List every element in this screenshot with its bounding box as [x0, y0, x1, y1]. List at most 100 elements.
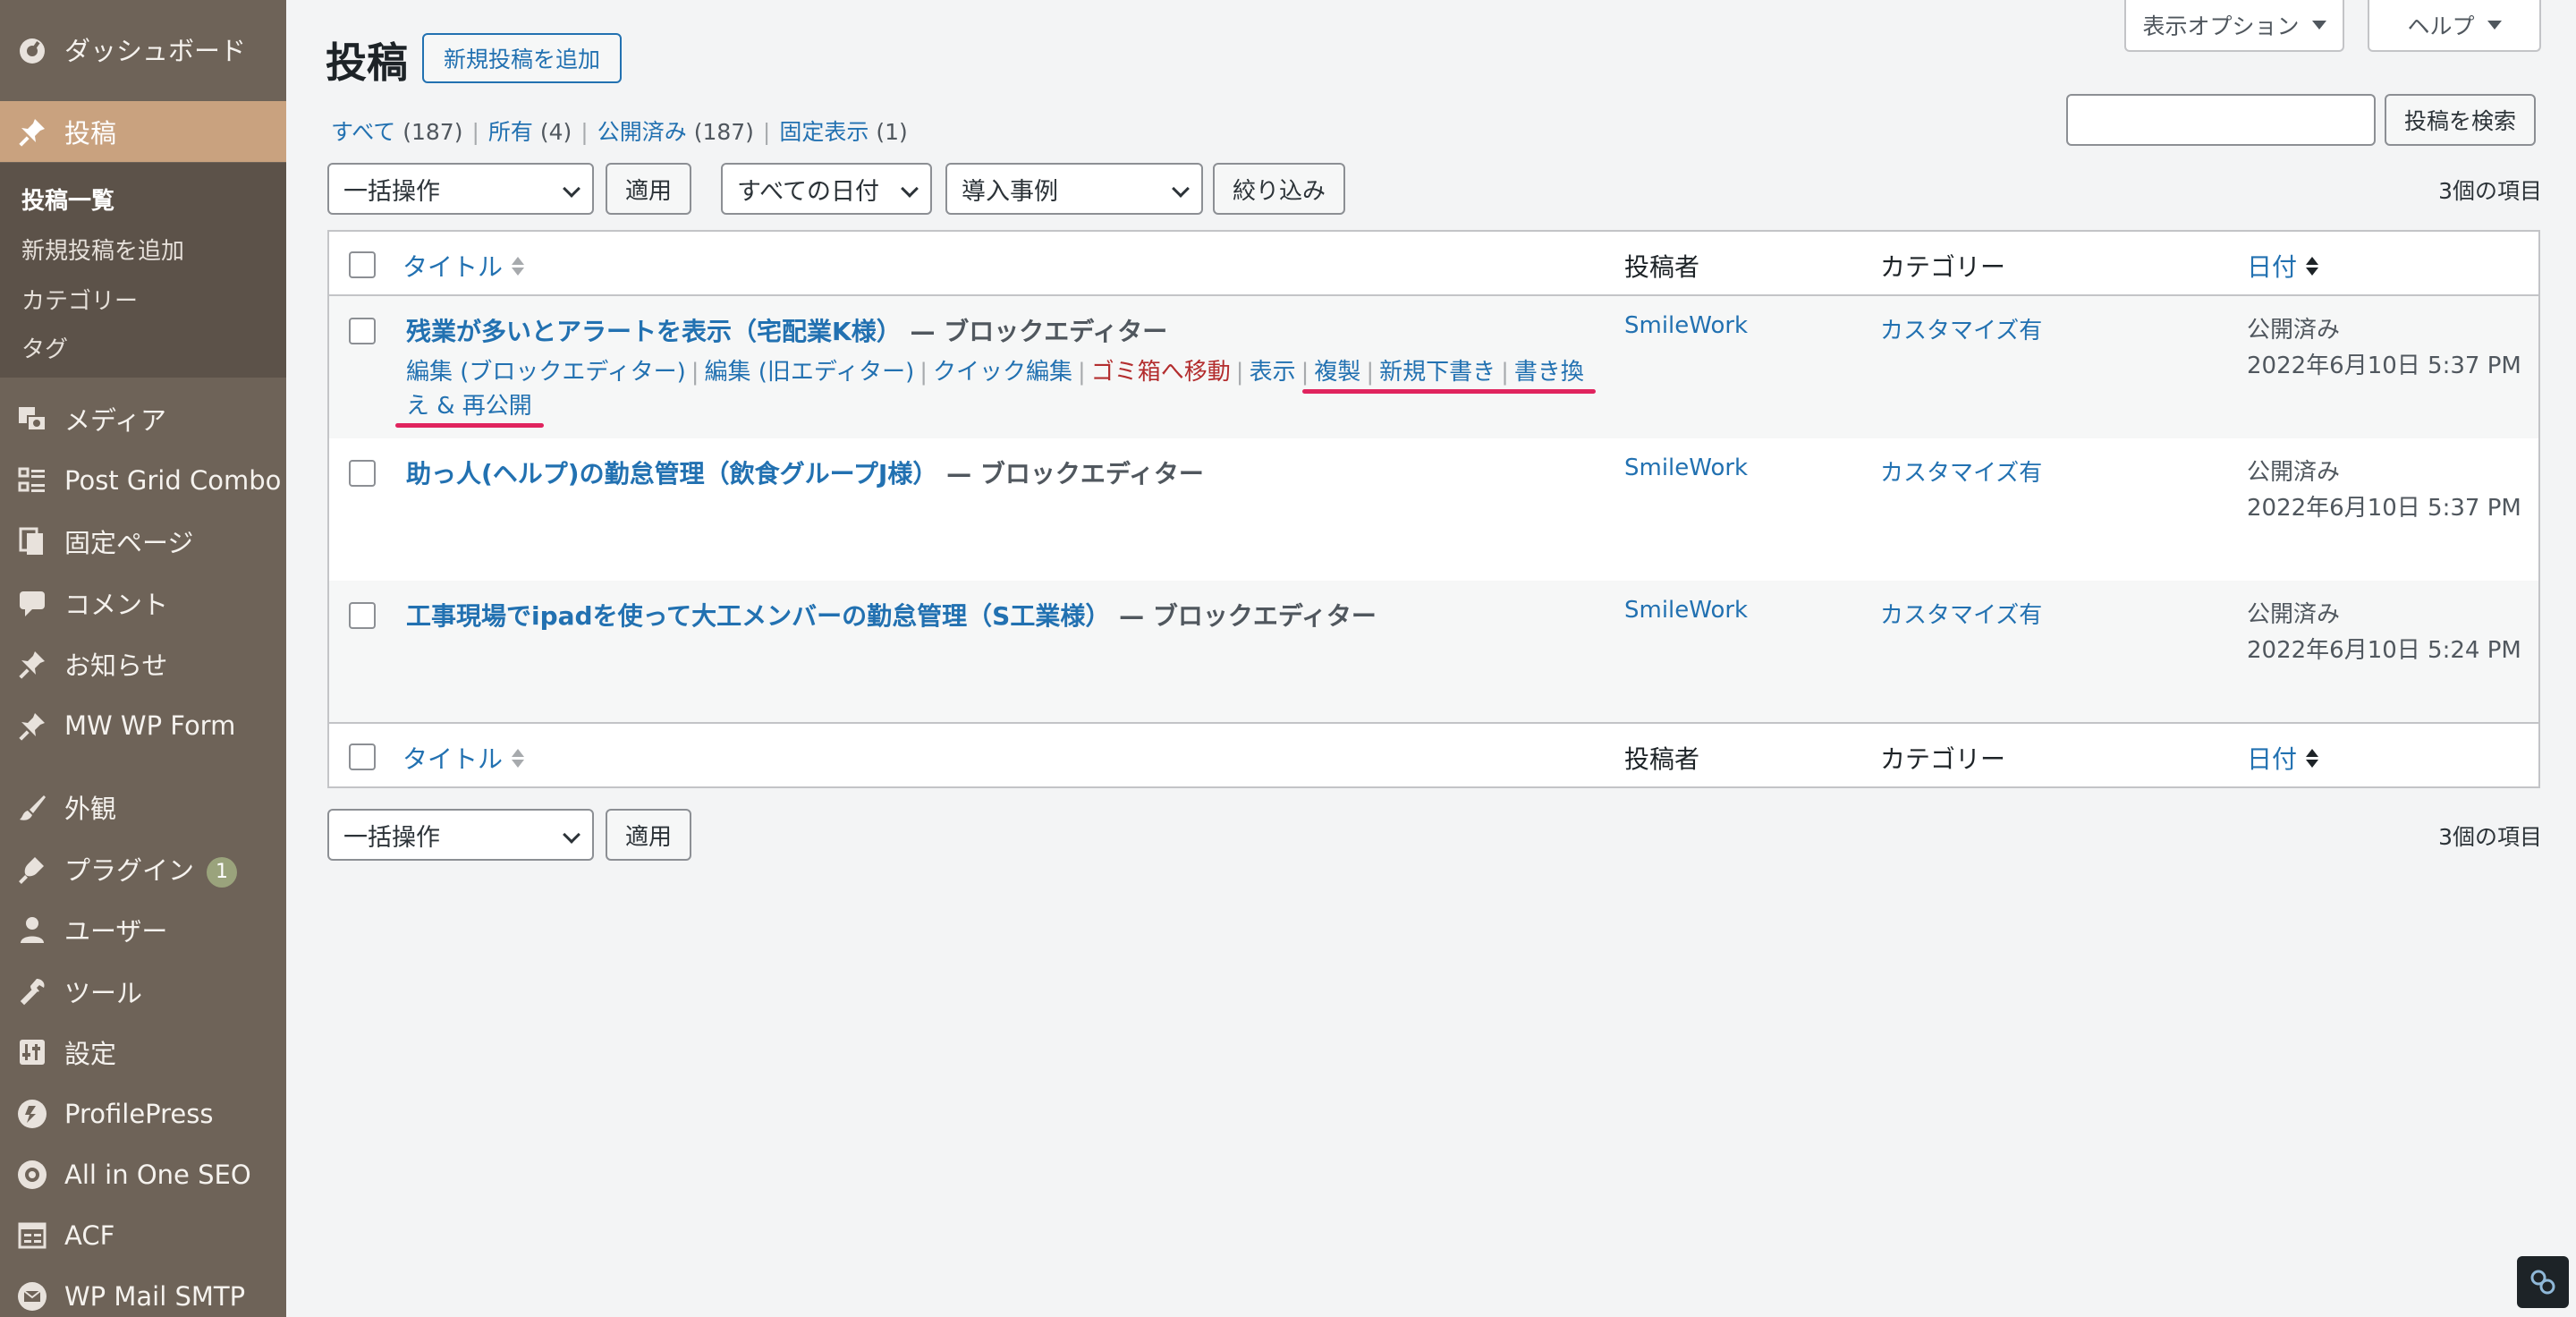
sidebar-item-posts[interactable]: 投稿 — [0, 101, 286, 162]
sidebar-item-acf[interactable]: ACF — [0, 1208, 286, 1263]
items-count-bottom: 3個の項目 — [2438, 824, 2542, 850]
post-author-link[interactable]: SmileWork — [1624, 455, 1748, 481]
sort-icon — [2306, 748, 2319, 768]
pin-icon — [16, 648, 48, 680]
sidebar-item-dashboard[interactable]: ダッシュボード — [0, 21, 286, 77]
column-label: タイトル — [402, 744, 504, 774]
edit-classic-link[interactable]: 編集 (旧エディター) — [705, 359, 915, 386]
post-state: — ブロックエディター — [901, 317, 1168, 346]
sidebar-item-settings[interactable]: 設定 — [0, 1024, 286, 1080]
post-category-link[interactable]: カスタマイズ有 — [1880, 597, 2042, 630]
settings-icon — [16, 1036, 48, 1068]
sidebar-item-comments[interactable]: コメント — [0, 575, 286, 631]
chevron-down-icon — [1172, 180, 1190, 198]
select-value: すべての日付 — [737, 177, 880, 206]
new-draft-link[interactable]: 新規下書き — [1379, 359, 1496, 386]
post-title-link[interactable]: 工事現場でipadを使って大工メンバーの勤怠管理（S工業様） — ブロックエディ… — [406, 597, 1377, 633]
post-state: — ブロックエディター — [1110, 601, 1377, 631]
view-link[interactable]: 表示 — [1250, 359, 1296, 386]
profilepress-icon — [16, 1098, 48, 1130]
submenu-all-posts[interactable]: 投稿一覧 — [21, 183, 114, 216]
status-filter-links: すべて (187) | 所有 (4) | 公開済み (187) | 固定表示 (1) — [331, 119, 908, 145]
chevron-down-icon — [2311, 21, 2326, 30]
sidebar-item-plugins[interactable]: プラグイン 1 — [0, 841, 286, 896]
post-title-link[interactable]: 助っ人(ヘルプ)の勤怠管理（飲食グループJ様） — ブロックエディター — [406, 455, 1204, 490]
row-checkbox[interactable] — [349, 460, 376, 487]
brush-icon — [16, 791, 48, 823]
grid-icon — [16, 464, 48, 497]
category-filter-select[interactable]: 導入事例 — [945, 163, 1203, 215]
date-filter-select[interactable]: すべての日付 — [721, 163, 932, 215]
plugins-label: プラグイン — [64, 855, 195, 886]
column-title-sort[interactable]: タイトル — [402, 740, 525, 776]
apply-button[interactable]: 適用 — [606, 163, 692, 215]
sidebar-item-label: 投稿 — [64, 118, 117, 149]
column-date-sort[interactable]: 日付 — [2247, 248, 2319, 284]
sidebar-item-mw-wp-form[interactable]: MW WP Form — [0, 698, 286, 753]
sort-icon — [512, 256, 525, 276]
admin-sidebar: ダッシュボード 投稿 投稿一覧 新規投稿を追加 カテゴリー タグ メディア Po… — [0, 0, 286, 1317]
post-title: 助っ人(ヘルプ)の勤怠管理（飲食グループJ様） — [406, 459, 938, 489]
filter-button[interactable]: 絞り込み — [1213, 163, 1346, 215]
sidebar-item-label: ProfilePress — [64, 1099, 214, 1129]
add-new-post-button[interactable]: 新規投稿を追加 — [422, 33, 623, 83]
quick-edit-link[interactable]: クイック編集 — [933, 359, 1072, 386]
column-date-sort[interactable]: 日付 — [2247, 740, 2319, 776]
column-category: カテゴリー — [1880, 252, 2006, 282]
submenu-add-new[interactable]: 新規投稿を追加 — [21, 233, 184, 266]
row-checkbox[interactable] — [349, 318, 376, 344]
submenu-tags[interactable]: タグ — [21, 331, 68, 364]
sidebar-item-news[interactable]: お知らせ — [0, 636, 286, 692]
post-status: 公開済み — [2247, 317, 2341, 344]
apply-button-bottom[interactable]: 適用 — [606, 809, 692, 861]
user-icon — [16, 913, 48, 946]
post-author-link[interactable]: SmileWork — [1624, 597, 1748, 624]
post-status: 公開済み — [2247, 459, 2341, 486]
table-footer: タイトル 投稿者 カテゴリー 日付 — [329, 722, 2538, 786]
post-datetime: 2022年6月10日 5:24 PM — [2247, 637, 2521, 664]
sidebar-item-profilepress[interactable]: ProfilePress — [0, 1086, 286, 1142]
link-icon[interactable] — [2517, 1256, 2569, 1308]
search-input[interactable] — [2066, 94, 2376, 146]
column-label: タイトル — [402, 252, 504, 282]
table-row: 助っ人(ヘルプ)の勤怠管理（飲食グループJ様） — ブロックエディター Smil… — [329, 438, 2538, 581]
duplicate-link[interactable]: 複製 — [1314, 359, 1360, 386]
highlight-underline — [395, 423, 544, 428]
table-row: 残業が多いとアラートを表示（宅配業K様） — ブロックエディター 編集 (ブロッ… — [329, 296, 2538, 438]
update-count-badge: 1 — [207, 857, 238, 888]
sidebar-item-tools[interactable]: ツール — [0, 964, 286, 1019]
post-category-link[interactable]: カスタマイズ有 — [1880, 312, 2042, 345]
sidebar-item-pages[interactable]: 固定ページ — [0, 514, 286, 569]
column-title-sort[interactable]: タイトル — [402, 248, 525, 284]
filter-mine[interactable]: 所有 (4) — [488, 119, 572, 145]
sidebar-item-users[interactable]: ユーザー — [0, 902, 286, 957]
sidebar-item-wp-mail-smtp[interactable]: WP Mail SMTP — [0, 1269, 286, 1317]
screen-options-button[interactable]: 表示オプション — [2124, 0, 2344, 52]
edit-block-link[interactable]: 編集 (ブロックエディター) — [406, 359, 686, 386]
filter-all[interactable]: すべて (187) — [331, 119, 462, 145]
bulk-action-select-bottom[interactable]: 一括操作 — [327, 809, 594, 861]
post-category-link[interactable]: カスタマイズ有 — [1880, 455, 2042, 488]
comment-icon — [16, 587, 48, 619]
sidebar-item-media[interactable]: メディア — [0, 391, 286, 446]
submenu-categories[interactable]: カテゴリー — [21, 283, 138, 316]
filter-count: (187) — [693, 119, 754, 145]
select-all-checkbox[interactable] — [349, 251, 376, 278]
column-label: 日付 — [2247, 744, 2298, 774]
row-checkbox[interactable] — [349, 602, 376, 629]
select-all-checkbox[interactable] — [349, 743, 376, 770]
sidebar-item-post-grid-combo[interactable]: Post Grid Combo — [0, 453, 286, 508]
filter-label: 固定表示 — [779, 119, 869, 145]
filter-sticky[interactable]: 固定表示 (1) — [779, 119, 907, 145]
search-posts-button[interactable]: 投稿を検索 — [2385, 94, 2537, 146]
post-title-link[interactable]: 残業が多いとアラートを表示（宅配業K様） — ブロックエディター — [406, 312, 1167, 348]
post-author-link[interactable]: SmileWork — [1624, 312, 1748, 339]
help-button[interactable]: ヘルプ — [2368, 0, 2541, 52]
acf-icon — [16, 1219, 48, 1252]
trash-link[interactable]: ゴミ箱へ移動 — [1091, 359, 1231, 386]
sidebar-item-label: お知らせ — [64, 650, 168, 681]
sidebar-item-aioseo[interactable]: All in One SEO — [0, 1147, 286, 1202]
bulk-action-select[interactable]: 一括操作 — [327, 163, 594, 215]
filter-published[interactable]: 公開済み (187) — [597, 119, 754, 145]
sidebar-item-appearance[interactable]: 外観 — [0, 779, 286, 835]
